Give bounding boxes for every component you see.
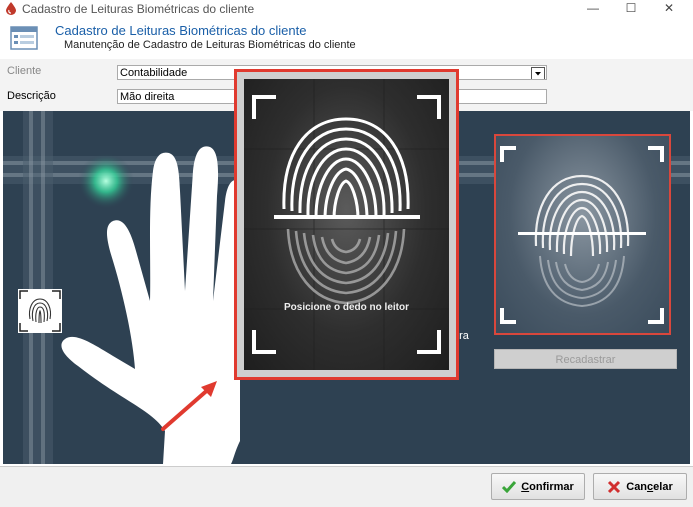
- confirmar-label: Confirmar: [521, 480, 574, 493]
- title-bar: Cadastro de Leituras Biométricas do clie…: [0, 0, 693, 17]
- fingerprint-preview: [494, 134, 671, 335]
- form-list-icon: [10, 26, 38, 50]
- app-drop-icon: [6, 2, 16, 15]
- footer-bar: Confirmar Cancelar: [0, 466, 693, 507]
- maximize-button[interactable]: ☐: [614, 0, 648, 17]
- fingerprint-preview-icon: [500, 146, 664, 324]
- scanner-popup: Posicione o dedo no leitor: [234, 69, 459, 380]
- fingerprint-scan-icon: [244, 79, 449, 370]
- cancelar-label: Cancelar: [626, 480, 673, 493]
- chevron-down-icon[interactable]: [531, 67, 545, 79]
- confirmar-button[interactable]: Confirmar: [491, 473, 585, 500]
- descricao-label: Descrição: [7, 90, 56, 102]
- fingerprint-icon: [19, 290, 61, 332]
- header-panel: Cadastro de Leituras Biométricas do clie…: [0, 17, 693, 60]
- fingerprint-thumbnail: [18, 289, 62, 333]
- recadastrar-button[interactable]: Recadastrar: [494, 349, 677, 369]
- cliente-label: Cliente: [7, 65, 42, 77]
- close-button[interactable]: ✕: [652, 0, 686, 17]
- check-icon: [502, 480, 517, 493]
- header-subtitle: Manutenção de Cadastro de Leituras Biomé…: [64, 39, 356, 51]
- window-title: Cadastro de Leituras Biométricas do clie…: [22, 2, 255, 16]
- minimize-button[interactable]: —: [576, 0, 610, 17]
- scanner-window: Posicione o dedo no leitor: [244, 79, 449, 370]
- header-title: Cadastro de Leituras Biométricas do clie…: [55, 23, 307, 38]
- scanner-message: Posicione o dedo no leitor: [283, 302, 409, 313]
- cliente-select-value: Contabilidade: [120, 67, 188, 79]
- cancelar-button[interactable]: Cancelar: [593, 473, 687, 500]
- cancel-x-icon: [608, 480, 621, 493]
